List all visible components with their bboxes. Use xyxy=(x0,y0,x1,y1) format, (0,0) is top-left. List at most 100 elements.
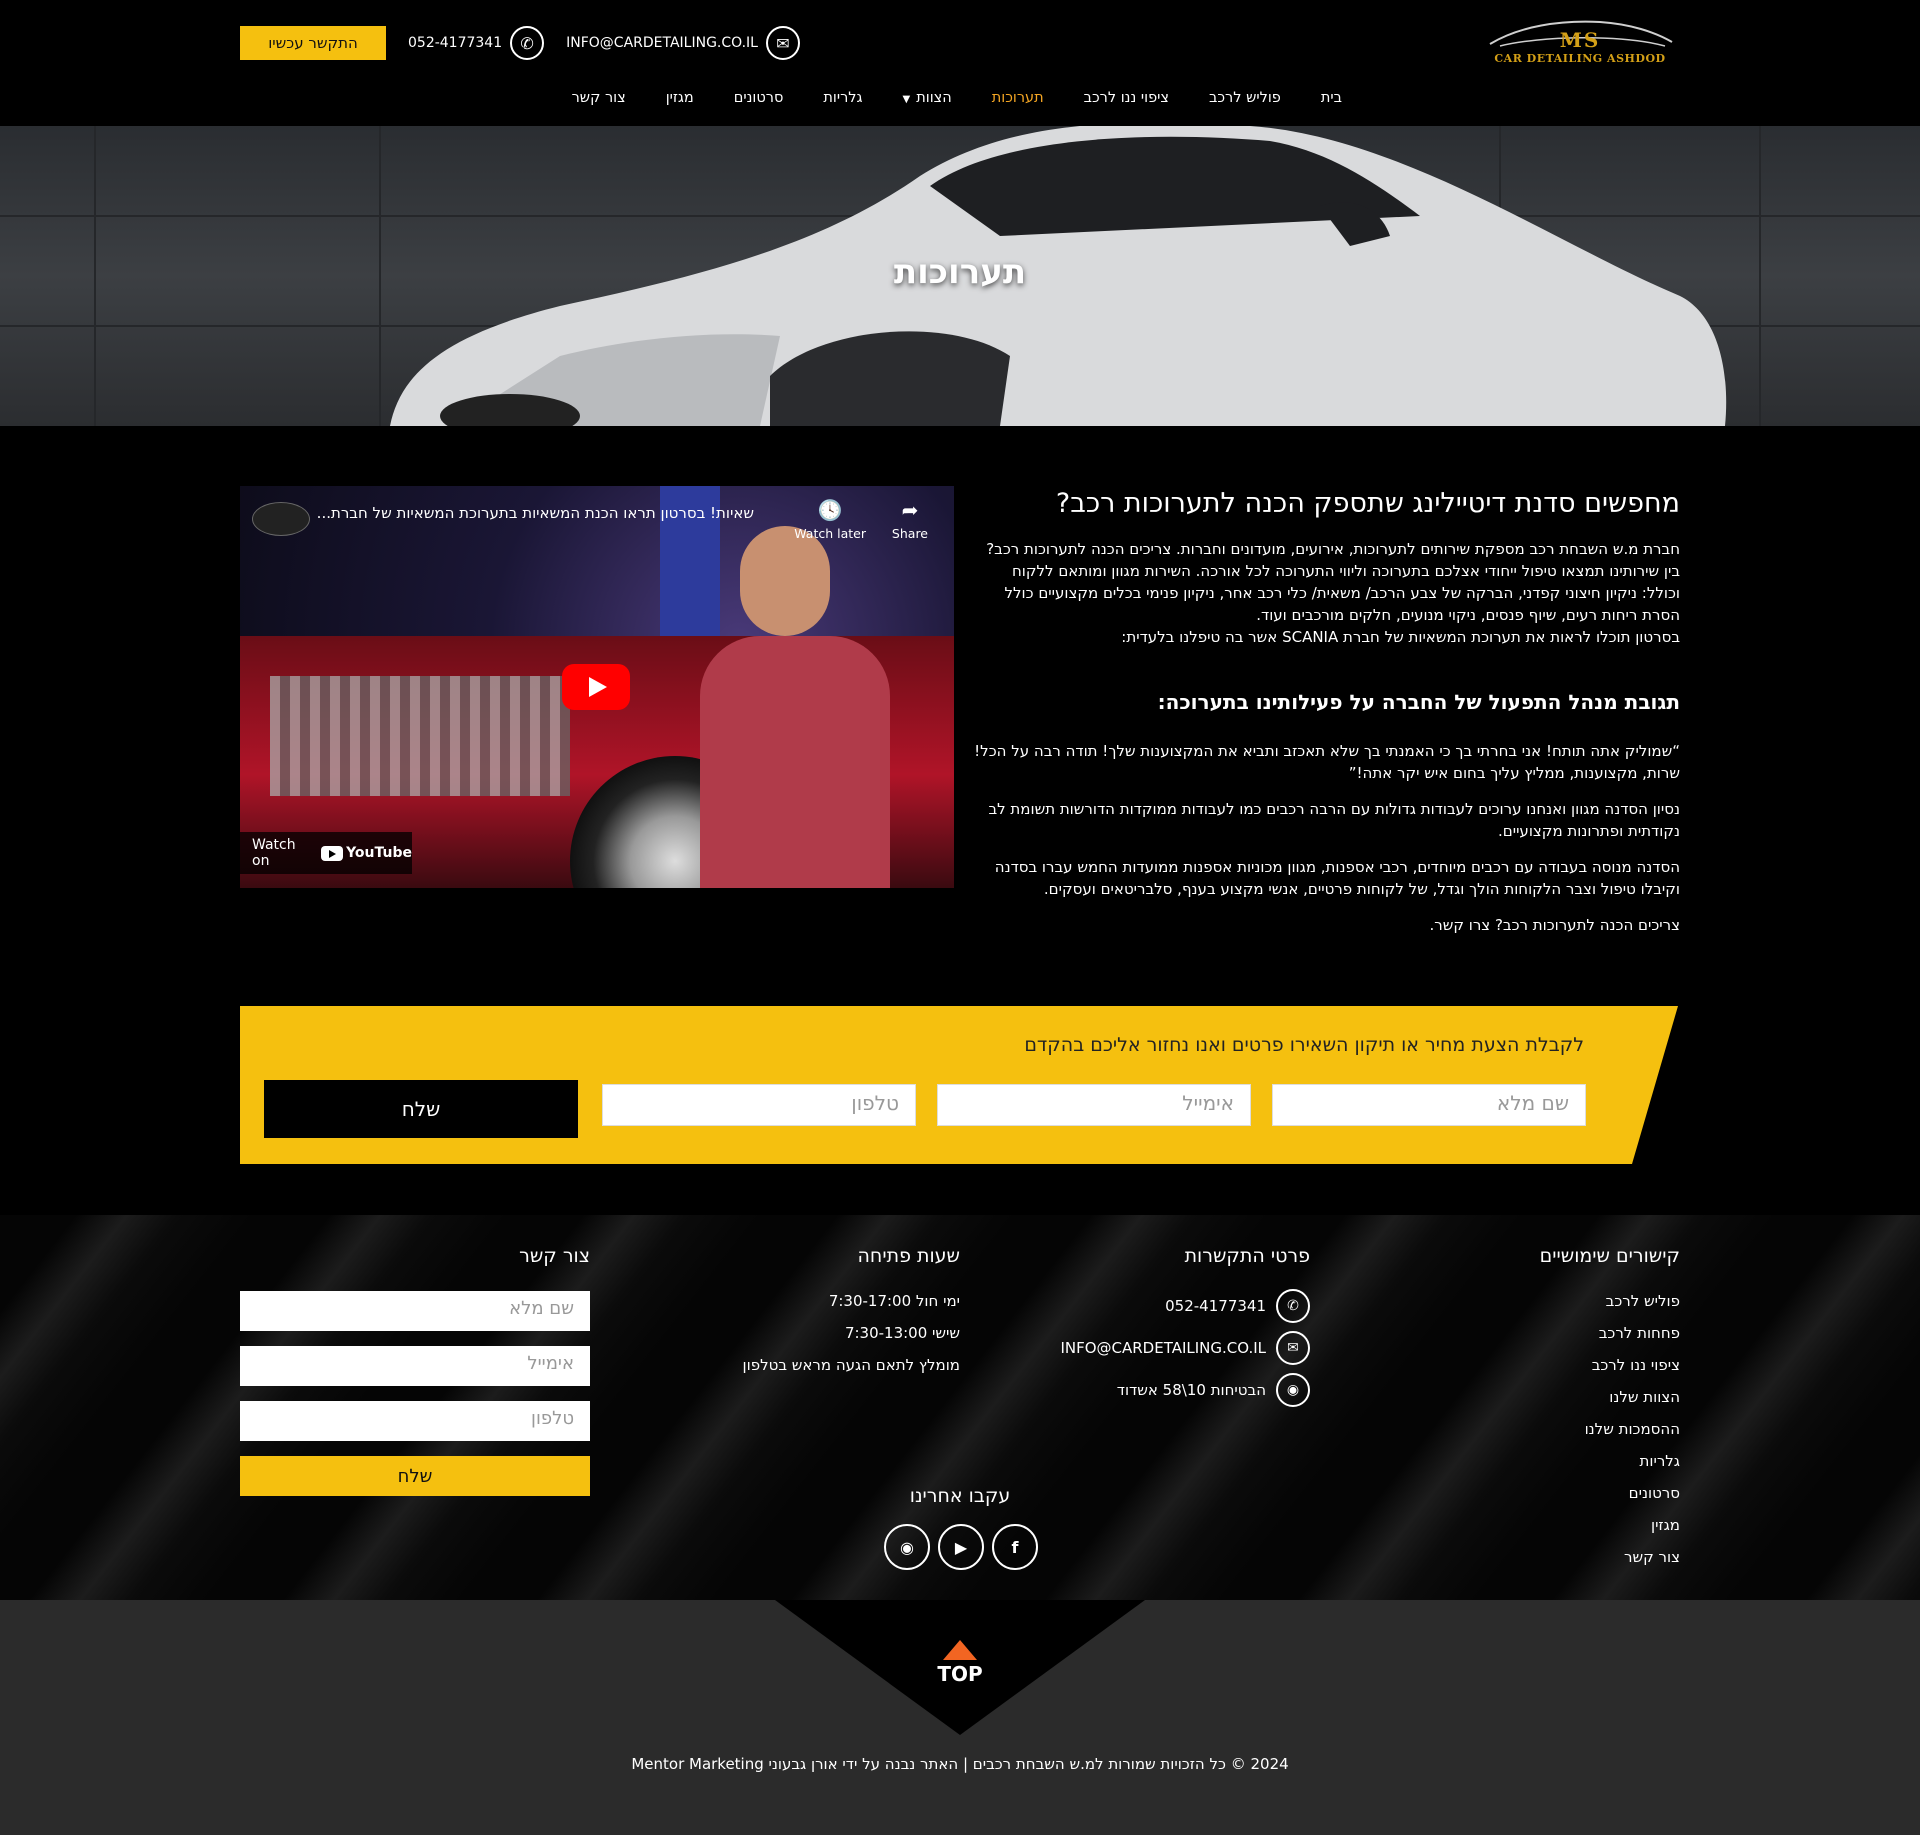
article-paragraph-line: נקודתית ופתרונות מקצועיים. xyxy=(1498,822,1680,840)
article: מחפשים סדנת דיטיילינג שתספק הכנה לתערוכו… xyxy=(970,486,1680,936)
header-email-text: INFO@CARDETAILING.CO.IL xyxy=(566,35,758,51)
footer-phone[interactable]: ✆ 052-4177341 xyxy=(1010,1285,1310,1327)
footer-link[interactable]: פחחות לרכב xyxy=(1420,1317,1680,1349)
header-contact-bar: התקשר עכשיו 052-4177341 ✆ INFO@CARDETAIL… xyxy=(240,24,800,62)
logo-tagline: CAR DETAILING ASHDOD xyxy=(1494,52,1666,65)
chevron-down-icon: ▼ xyxy=(902,94,911,105)
location-pin-icon: ◉ xyxy=(1276,1373,1310,1407)
footer-contact-title: פרטי התקשרות xyxy=(1184,1245,1310,1267)
hero-banner: תערוכות xyxy=(0,126,1920,426)
nav-item-magazine[interactable]: מגזין xyxy=(666,90,694,106)
main-nav: בית פוליש לרכב ציפוי ננו לרכב תערוכות הצ… xyxy=(572,90,1342,106)
share-button[interactable]: ➦ Share xyxy=(892,498,928,541)
call-now-button[interactable]: התקשר עכשיו xyxy=(240,26,386,60)
article-intro-line: בין שירותינו תמצאו טיפול ייחודי אצלכם בת… xyxy=(1011,562,1680,580)
footer-email-field[interactable]: אימייל xyxy=(240,1346,590,1386)
nav-item-team[interactable]: הצוות ▼ xyxy=(903,90,952,106)
logo[interactable]: MS CAR DETAILING ASHDOD xyxy=(1480,18,1680,70)
watch-later-button[interactable]: 🕓 Watch later xyxy=(794,498,866,541)
article-quote-line: שרות, מקצוענות, ממליץ עליך בחום איש יקר … xyxy=(1348,764,1680,782)
video-title[interactable]: שאיות! בסרטון תראו הכנת המשאיות בתערוכת … xyxy=(252,504,754,522)
site-header: MS CAR DETAILING ASHDOD התקשר עכשיו 052-… xyxy=(0,0,1920,126)
footer-contact: פרטי התקשרות ✆ 052-4177341 ✉ INFO@CARDET… xyxy=(1010,1245,1310,1411)
page-title: תערוכות xyxy=(893,252,1027,292)
video-engine xyxy=(270,676,570,796)
article-closing: צריכים הכנה לתערוכות רכב? צרו קשר. xyxy=(1429,916,1680,934)
back-to-top-button[interactable]: TOP xyxy=(930,1640,990,1686)
bottom-bar: TOP 2024 © כל הזכויות שמורות למ.ש השבחת … xyxy=(0,1600,1920,1835)
copyright: 2024 © כל הזכויות שמורות למ.ש השבחת רכבי… xyxy=(631,1755,1289,1773)
footer-email[interactable]: ✉ INFO@CARDETAILING.CO.IL xyxy=(1010,1327,1310,1369)
footer-phone-text: 052-4177341 xyxy=(1165,1297,1266,1315)
watch-on-label: Watch on xyxy=(252,837,296,869)
footer-links: קישורים שימושיים פוליש לרכב פחחות לרכב צ… xyxy=(1420,1245,1680,1573)
footer-address: ◉ הבטיחות 10\58 אשדוד xyxy=(1010,1369,1310,1411)
play-button[interactable] xyxy=(562,664,630,710)
article-paragraph-line: נסיון הסדנה מגוון ואנחנו ערוכים לעבודות … xyxy=(988,800,1680,818)
footer-form-title-wrap: צור קשר xyxy=(240,1245,590,1285)
nav-item-contact[interactable]: צור קשר xyxy=(572,90,626,106)
nav-item-polish[interactable]: פוליש לרכב xyxy=(1209,90,1281,106)
video-person xyxy=(700,526,890,888)
watch-later-label: Watch later xyxy=(794,526,866,541)
video-person-shirt xyxy=(700,636,890,888)
phone-icon: ✆ xyxy=(1276,1289,1310,1323)
instagram-icon[interactable]: ◉ xyxy=(884,1524,930,1570)
footer-link[interactable]: הצוות שלנו xyxy=(1420,1381,1680,1413)
share-label: Share xyxy=(891,526,928,541)
footer-form-title: צור קשר xyxy=(519,1245,590,1267)
footer-hours-line: ימי חול 7:30-17:00 xyxy=(828,1292,960,1310)
clock-icon: 🕓 xyxy=(817,498,843,522)
footer-name-field[interactable]: שם מלא xyxy=(240,1291,590,1331)
nav-item-home[interactable]: בית xyxy=(1321,90,1342,106)
footer-link[interactable]: ציפוי ננו לרכב xyxy=(1420,1349,1680,1381)
watch-on-youtube-button[interactable]: Watch on YouTube xyxy=(240,832,412,874)
back-to-top-label: TOP xyxy=(937,1662,983,1686)
follow-us-title: עקבו אחרינו xyxy=(909,1485,1011,1507)
youtube-logo: YouTube xyxy=(321,845,412,861)
article-paragraph-line: הסדנה מנוסה בעבודה עם רכבים מיוחדים, רכב… xyxy=(994,858,1680,876)
nav-item-exhibitions[interactable]: תערוכות xyxy=(992,90,1044,106)
main-content: שאיות! בסרטון תראו הכנת המשאיות בתערוכת … xyxy=(240,486,1680,946)
quote-form-title: לקבלת הצעת מחיר או תיקון השאירו פרטים וא… xyxy=(1024,1034,1584,1056)
header-email[interactable]: INFO@CARDETAILING.CO.IL ✉ xyxy=(566,26,800,60)
phone-field[interactable]: טלפון xyxy=(602,1084,916,1126)
facebook-icon[interactable]: f xyxy=(992,1524,1038,1570)
name-field[interactable]: שם מלא xyxy=(1272,1084,1586,1126)
article-intro-line: הסרת ריחות רעים, שיוף פנסים, ניקוי מנועי… xyxy=(1256,606,1680,624)
footer-link[interactable]: מגזין xyxy=(1420,1509,1680,1541)
footer-address-text: הבטיחות 10\58 אשדוד xyxy=(1116,1381,1266,1399)
article-intro-line: חברת מ.ש השבחת רכב מספקת שירותים לתערוכו… xyxy=(986,540,1680,558)
footer-link[interactable]: ההסמכות שלנו xyxy=(1420,1413,1680,1445)
header-phone[interactable]: 052-4177341 ✆ xyxy=(408,26,545,60)
envelope-icon: ✉ xyxy=(1276,1331,1310,1365)
youtube-icon[interactable]: ▶ xyxy=(938,1524,984,1570)
footer-hours-title: שעות פתיחה xyxy=(857,1245,961,1267)
nav-item-nano-coating[interactable]: ציפוי ננו לרכב xyxy=(1084,90,1169,106)
footer-link[interactable]: סרטונים xyxy=(1420,1477,1680,1509)
envelope-icon: ✉ xyxy=(765,26,800,60)
footer-link[interactable]: גלריות xyxy=(1420,1445,1680,1477)
quote-form: לקבלת הצעת מחיר או תיקון השאירו פרטים וא… xyxy=(240,1006,1678,1164)
article-intro-line: וכולל: ניקיון חיצוני קפדני, הברקה של צבע… xyxy=(1004,584,1680,602)
nav-item-team-label: הצוות xyxy=(916,90,952,106)
footer-links-title: קישורים שימושיים xyxy=(1539,1245,1680,1267)
logo-text: MS xyxy=(1559,28,1601,52)
nav-item-galleries[interactable]: גלריות xyxy=(823,90,862,106)
site-footer: קישורים שימושיים פוליש לרכב פחחות לרכב צ… xyxy=(0,1215,1920,1600)
footer-hours: שעות פתיחה ימי חול 7:30-17:00 שישי 7:30-… xyxy=(700,1245,960,1381)
article-quote-line: “שמוליק אתה תותח! אני בחרתי בך כי האמנתי… xyxy=(974,742,1680,760)
footer-link[interactable]: צור קשר xyxy=(1420,1541,1680,1573)
nav-item-videos[interactable]: סרטונים xyxy=(734,90,784,106)
article-paragraph-line: וקיבלו טיפול וצבר הלקוחות הולך וגדל, של … xyxy=(1043,880,1680,898)
article-heading: מחפשים סדנת דיטיילינג שתספק הכנה לתערוכו… xyxy=(1055,488,1680,519)
email-field[interactable]: אימייל xyxy=(937,1084,1251,1126)
footer-email-text: INFO@CARDETAILING.CO.IL xyxy=(1060,1339,1266,1357)
youtube-video-embed[interactable]: שאיות! בסרטון תראו הכנת המשאיות בתערוכת … xyxy=(240,486,954,888)
footer-send-button[interactable]: שלח xyxy=(240,1456,590,1496)
quote-send-button[interactable]: שלח xyxy=(264,1080,578,1138)
social-links: ◉ ▶ f xyxy=(884,1524,1038,1570)
footer-phone-field[interactable]: טלפון xyxy=(240,1401,590,1441)
footer-link[interactable]: פוליש לרכב xyxy=(1420,1285,1680,1317)
share-icon: ➦ xyxy=(901,498,919,522)
